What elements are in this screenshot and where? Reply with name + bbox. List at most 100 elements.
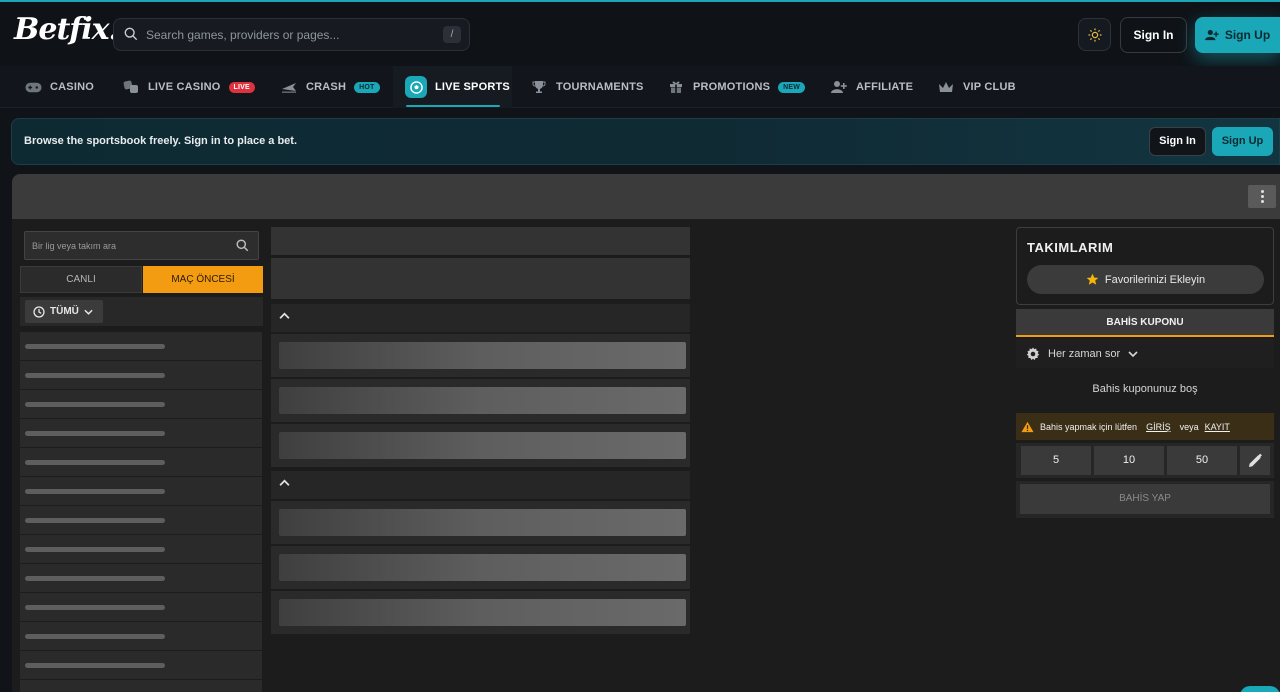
skeleton-line <box>25 547 165 552</box>
nav-label: PROMOTIONS <box>693 81 771 93</box>
edit-stakes-button[interactable] <box>1240 446 1270 475</box>
add-favorites-label: Favorilerinizi Ekleyin <box>1104 273 1206 286</box>
event-row[interactable] <box>271 334 690 377</box>
nav-item-live-sports[interactable]: LIVE SPORTS <box>405 66 510 108</box>
event-row[interactable] <box>271 591 690 634</box>
pencil-icon <box>1249 453 1262 467</box>
hot-badge: HOT <box>354 81 380 93</box>
event-row[interactable] <box>271 379 690 422</box>
tab-bet-slip[interactable]: BAHİS KUPONU <box>1016 309 1274 337</box>
dot-icon <box>1260 195 1264 198</box>
list-item[interactable] <box>20 448 262 476</box>
trophy-icon <box>530 78 548 96</box>
list-item[interactable] <box>20 564 262 592</box>
nav-item-promotions[interactable]: PROMOTIONS NEW <box>667 66 806 108</box>
list-item[interactable] <box>20 361 262 389</box>
event-row[interactable] <box>271 546 690 589</box>
global-search[interactable]: / <box>113 18 470 51</box>
skeleton-line <box>25 576 165 581</box>
clock-icon <box>33 305 45 318</box>
list-item[interactable] <box>20 477 262 505</box>
list-item[interactable] <box>20 680 262 692</box>
new-badge: NEW <box>778 81 806 93</box>
nav-label: CASINO <box>50 81 94 93</box>
stake-button[interactable]: 50 <box>1167 446 1237 475</box>
event-header-skeleton <box>271 258 690 299</box>
register-link[interactable]: KAYIT <box>1205 422 1230 432</box>
filter-label: TÜMÜ <box>50 306 79 317</box>
logo[interactable]: Betfix. <box>14 12 119 47</box>
nav-item-live-casino[interactable]: LIVE CASINO LIVE <box>122 66 255 108</box>
skeleton-line <box>25 402 165 407</box>
list-item[interactable] <box>20 332 262 360</box>
more-options-button[interactable] <box>1248 185 1276 208</box>
event-row[interactable] <box>271 424 690 467</box>
gift-icon <box>667 78 685 96</box>
plane-icon <box>280 78 298 96</box>
theme-toggle-button[interactable] <box>1078 18 1111 51</box>
nav-item-casino[interactable]: CASINO <box>24 66 94 108</box>
sign-in-button[interactable]: Sign In <box>1120 17 1187 53</box>
my-teams-panel: TAKIMLARIM Favorilerinizi Ekleyin <box>1016 227 1274 305</box>
stake-button[interactable]: 5 <box>1021 446 1091 475</box>
nav-label: LIVE CASINO <box>148 81 221 93</box>
sign-up-button[interactable]: Sign Up <box>1195 17 1280 53</box>
skeleton-line <box>25 373 165 378</box>
sportsbook-header <box>12 174 1280 219</box>
league-search[interactable] <box>24 231 259 260</box>
sign-up-label: Sign Up <box>1224 28 1271 42</box>
crown-icon <box>937 78 955 96</box>
list-item[interactable] <box>20 419 262 447</box>
nav-item-vip-club[interactable]: VIP CLUB <box>937 66 1016 108</box>
skeleton-line <box>25 663 165 668</box>
list-item[interactable] <box>20 622 262 650</box>
skeleton-bar <box>279 554 686 581</box>
banner-sign-in-button[interactable]: Sign In <box>1149 127 1206 156</box>
event-group-header[interactable] <box>271 304 690 332</box>
tab-prematch[interactable]: MAÇ ÖNCESİ <box>143 266 263 293</box>
skeleton-line <box>25 634 165 639</box>
top-bar: Betfix. / Sign In Sign Up <box>0 0 1280 66</box>
live-badge: LIVE <box>228 81 255 93</box>
dot-icon <box>1260 200 1264 203</box>
list-item[interactable] <box>20 651 262 679</box>
dice-icon <box>122 78 140 96</box>
banner-sign-up-button[interactable]: Sign Up <box>1212 127 1273 156</box>
login-link[interactable]: GİRİŞ <box>1146 422 1171 432</box>
league-search-input[interactable] <box>32 232 232 259</box>
place-bet-button[interactable]: BAHİS YAP <box>1020 484 1270 514</box>
gear-icon <box>1026 346 1040 360</box>
event-row[interactable] <box>271 501 690 544</box>
skeleton-line <box>25 460 165 465</box>
nav-item-crash[interactable]: CRASH HOT <box>280 66 380 108</box>
skeleton-bar <box>279 432 686 459</box>
list-item[interactable] <box>20 506 262 534</box>
add-favorites-button[interactable]: Favorilerinizi Ekleyin <box>1027 265 1264 294</box>
warning-icon <box>1021 421 1034 432</box>
my-teams-title: TAKIMLARIM <box>1027 240 1114 255</box>
chat-widget-button[interactable] <box>1240 686 1280 692</box>
list-item[interactable] <box>20 593 262 621</box>
odds-change-setting[interactable]: Her zaman sor <box>1016 339 1274 368</box>
time-filter-dropdown[interactable]: TÜMÜ <box>25 300 103 323</box>
nav-item-tournaments[interactable]: TOURNAMENTS <box>530 66 644 108</box>
skeleton-bar <box>279 342 686 369</box>
event-group-header[interactable] <box>271 471 690 499</box>
global-search-input[interactable] <box>146 19 446 50</box>
chevron-up-icon <box>279 312 290 319</box>
sun-icon <box>1087 27 1102 42</box>
list-item[interactable] <box>20 535 262 563</box>
nav-label: AFFILIATE <box>856 81 914 93</box>
nav-label: VIP CLUB <box>963 81 1016 93</box>
tab-live[interactable]: CANLI <box>20 266 142 293</box>
soccer-ball-icon <box>405 76 427 98</box>
stake-button[interactable]: 10 <box>1094 446 1164 475</box>
nav-label: CRASH <box>306 81 347 93</box>
skeleton-line <box>25 605 165 610</box>
skeleton-bar <box>279 509 686 536</box>
skeleton-bar <box>279 599 686 626</box>
skeleton-line <box>25 489 165 494</box>
list-item[interactable] <box>20 390 262 418</box>
nav-item-affiliate[interactable]: AFFILIATE <box>830 66 913 108</box>
dot-icon <box>1260 190 1264 193</box>
